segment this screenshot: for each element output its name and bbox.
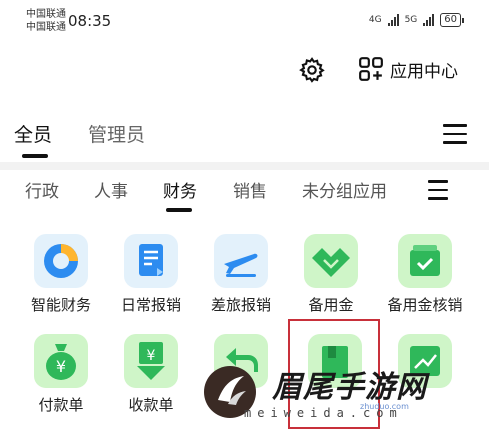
airplane-icon	[214, 234, 268, 288]
clock: 08:35	[68, 12, 112, 30]
hamburger-icon[interactable]	[443, 124, 467, 144]
carrier-info: 中国联通 中国联通	[26, 8, 66, 34]
tab-all-members[interactable]: 全员	[14, 120, 52, 147]
wallet-check-icon	[398, 234, 452, 288]
tab-ungrouped[interactable]: 未分组应用	[302, 177, 387, 202]
role-tabs: 全员 管理员	[0, 112, 489, 160]
app-receipt-order[interactable]: ¥ 收款单	[106, 334, 196, 415]
app-label: 备用金核销	[387, 296, 463, 314]
status-bar: 中国联通 中国联通 08:35 4G 5G 60	[0, 0, 489, 44]
signal-icon	[423, 14, 435, 26]
svg-text:¥: ¥	[56, 357, 66, 376]
app-center-label: 应用中心	[390, 61, 458, 82]
watermark-url: zhuduo.com	[360, 402, 409, 411]
app-daily-reimbursement[interactable]: 日常报销	[106, 234, 196, 315]
watermark: 眉尾手游网 meiweida.com zhuduo.com	[200, 356, 489, 426]
app-petty-cash[interactable]: 备用金	[286, 234, 376, 315]
app-smart-finance[interactable]: 智能财务	[16, 234, 106, 315]
category-tabs: 行政 人事 财务 销售 未分组应用	[0, 172, 489, 218]
network-type-2: 5G	[404, 15, 418, 25]
app-grid-plus-icon	[359, 57, 383, 81]
tab-finance[interactable]: 财务	[163, 177, 197, 202]
app-petty-cash-writeoff[interactable]: 备用金核销	[380, 234, 470, 315]
yen-download-icon: ¥	[124, 334, 178, 388]
active-tab-indicator	[22, 154, 48, 158]
handshake-icon	[304, 234, 358, 288]
gear-icon[interactable]	[298, 56, 326, 84]
tab-administration[interactable]: 行政	[25, 177, 59, 202]
system-icons: 4G 5G 60	[368, 13, 464, 27]
app-travel-reimbursement[interactable]: 差旅报销	[196, 234, 286, 315]
tab-admin[interactable]: 管理员	[88, 120, 145, 147]
tab-sales[interactable]: 销售	[233, 177, 267, 202]
hamburger-icon[interactable]	[428, 180, 448, 200]
smart-finance-icon	[34, 234, 88, 288]
app-label: 收款单	[128, 396, 174, 414]
signal-icon	[387, 14, 399, 26]
carrier-1: 中国联通	[26, 9, 66, 20]
money-bag-icon: ¥	[34, 334, 88, 388]
app-label: 付款单	[38, 396, 84, 414]
carrier-2: 中国联通	[26, 22, 66, 33]
active-tab-indicator	[166, 208, 192, 212]
tab-hr[interactable]: 人事	[94, 177, 128, 202]
battery-icon: 60	[440, 13, 464, 27]
app-label: 日常报销	[120, 296, 181, 314]
section-divider	[0, 162, 489, 170]
network-type-1: 4G	[368, 15, 382, 25]
watermark-title: 眉尾手游网	[272, 370, 427, 405]
svg-text:¥: ¥	[147, 348, 156, 364]
app-center-button[interactable]: 应用中心	[358, 56, 458, 82]
app-label: 智能财务	[30, 296, 91, 314]
document-icon	[124, 234, 178, 288]
app-payment-order[interactable]: ¥ 付款单	[16, 334, 106, 415]
battery-level: 60	[444, 14, 457, 25]
app-label: 差旅报销	[210, 296, 271, 314]
top-bar: 应用中心	[0, 52, 489, 92]
app-label: 备用金	[308, 296, 354, 314]
